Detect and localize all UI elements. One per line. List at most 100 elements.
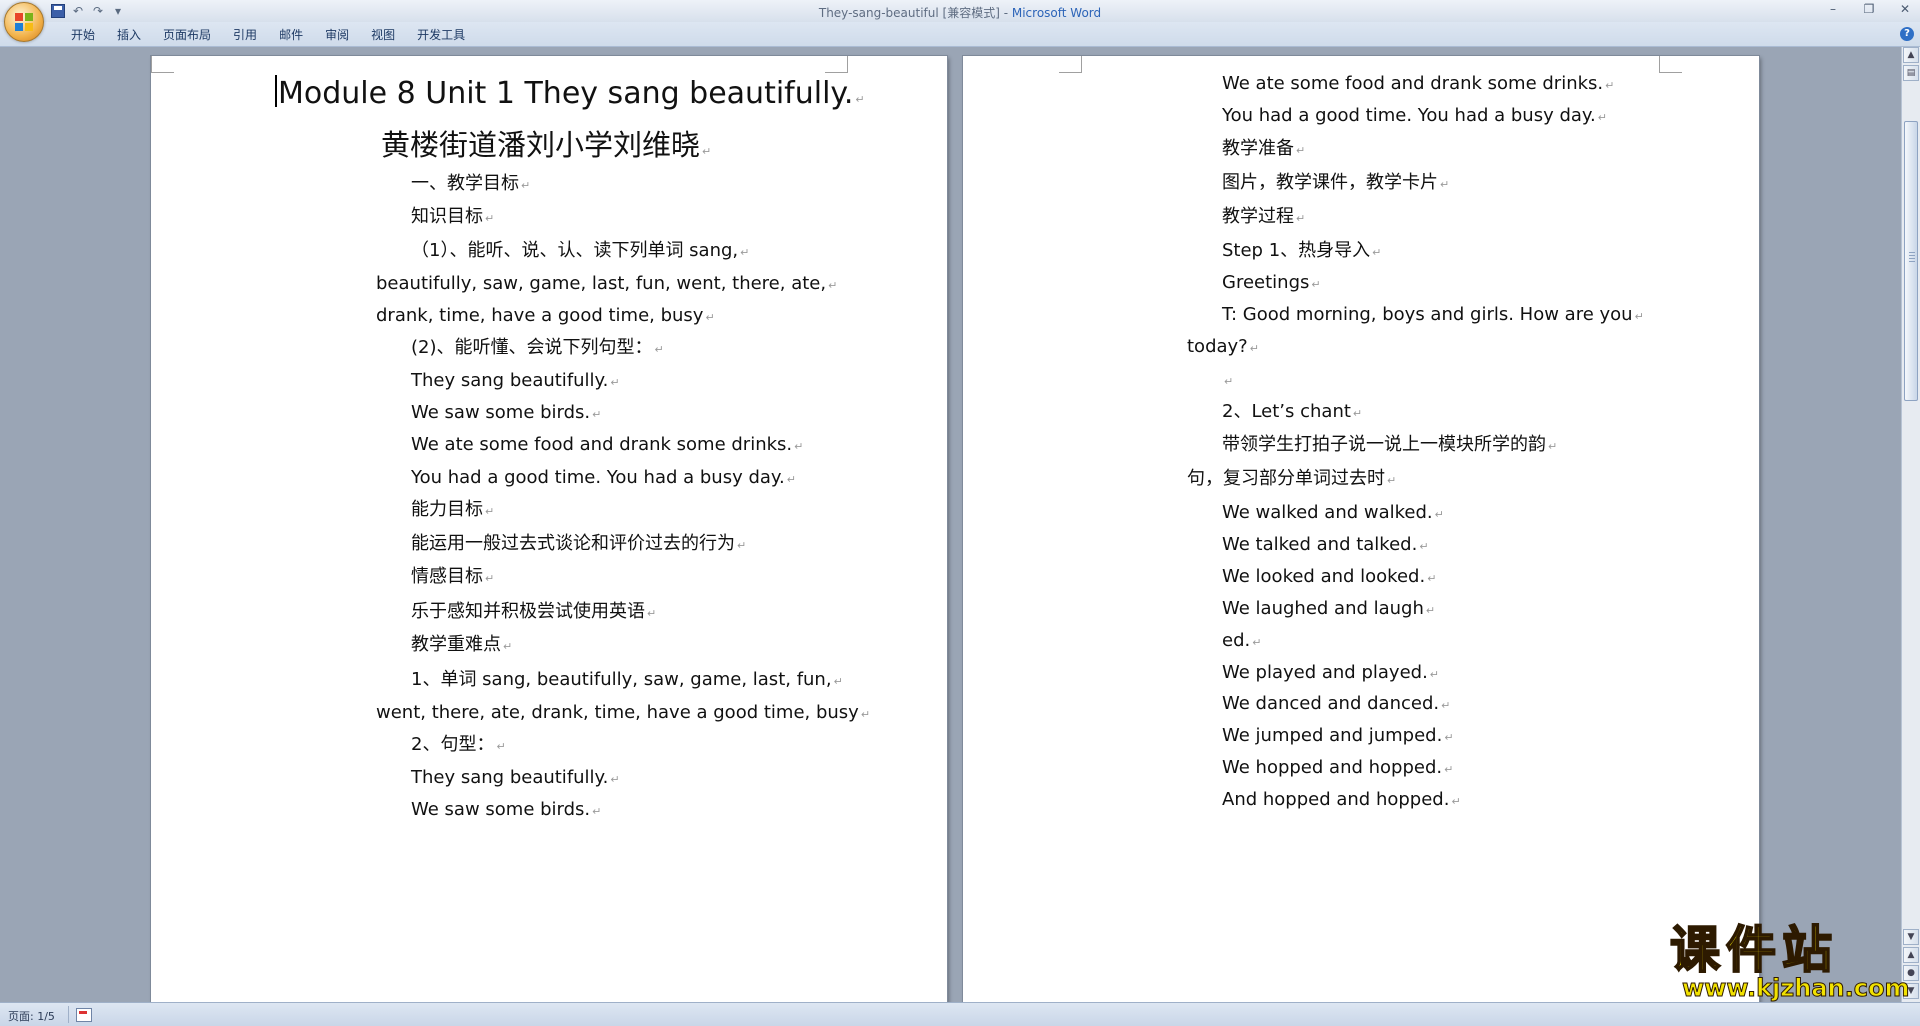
office-button[interactable]: [4, 2, 44, 42]
document-paragraph[interactable]: Module 8 Unit 1 They sang beautifully. ↵: [275, 75, 865, 118]
page-count-status[interactable]: 页面: 1/5: [8, 1008, 55, 1024]
paragraph-mark-icon: ↵: [1429, 668, 1440, 681]
document-paragraph[interactable]: 乐于感知并积极尝试使用英语 ↵: [411, 601, 656, 625]
document-paragraph[interactable]: （1）、能听、说、认、读下列单词 sang, ↵: [411, 240, 749, 264]
document-paragraph[interactable]: We ate some food and drank some drinks. ↵: [411, 434, 803, 458]
document-paragraph[interactable]: went, there, ate, drank, time, have a go…: [376, 702, 870, 726]
document-paragraph[interactable]: 黄楼街道潘刘小学刘维晓 ↵: [381, 127, 711, 170]
document-paragraph[interactable]: drank, time, have a good time, busy ↵: [376, 305, 715, 329]
ribbon-tab[interactable]: 视图: [360, 27, 406, 43]
paragraph-text: 能力目标: [411, 499, 483, 520]
document-paragraph[interactable]: 图片，教学课件，教学卡片 ↵: [1222, 172, 1449, 196]
help-icon[interactable]: ?: [1900, 27, 1914, 41]
document-paragraph[interactable]: We played and played. ↵: [1222, 662, 1439, 686]
document-paragraph[interactable]: 带领学生打拍子说一说上一模块所学的韵 ↵: [1222, 434, 1557, 458]
view-ruler-icon[interactable]: ▤: [1903, 65, 1919, 81]
document-paragraph[interactable]: We walked and walked. ↵: [1222, 502, 1444, 526]
document-paragraph[interactable]: We looked and looked. ↵: [1222, 566, 1436, 590]
paragraph-mark-icon: ↵: [610, 376, 620, 389]
document-paragraph[interactable]: We danced and danced. ↵: [1222, 693, 1450, 717]
margin-corner-mark: [1059, 56, 1082, 73]
scroll-down-icon[interactable]: ▼: [1903, 929, 1919, 945]
paragraph-text: Step 1、热身导入: [1222, 240, 1371, 261]
document-paragraph[interactable]: 能运用一般过去式谈论和评价过去的行为 ↵: [411, 533, 746, 557]
paragraph-text: We walked and walked.: [1222, 502, 1433, 523]
paragraph-mark-icon: ↵: [485, 572, 495, 585]
paragraph-mark-icon: ↵: [786, 473, 796, 486]
paragraph-mark-icon: ↵: [1252, 636, 1262, 649]
ribbon-tab[interactable]: 页面布局: [152, 27, 222, 43]
paragraph-text: beautifully, saw, game, last, fun, went,…: [376, 273, 827, 294]
document-paragraph[interactable]: You had a good time. You had a busy day.…: [411, 467, 796, 491]
document-paragraph[interactable]: ed. ↵: [1222, 630, 1261, 654]
document-paragraph[interactable]: We laughed and laugh ↵: [1222, 598, 1435, 622]
paragraph-text: 能运用一般过去式谈论和评价过去的行为: [411, 533, 735, 554]
document-paragraph[interactable]: We ate some food and drank some drinks. ↵: [1222, 73, 1614, 97]
paragraph-mark-icon: ↵: [654, 343, 664, 356]
document-paragraph[interactable]: Step 1、热身导入 ↵: [1222, 240, 1381, 264]
document-paragraph[interactable]: beautifully, saw, game, last, fun, went,…: [376, 273, 837, 297]
paragraph-mark-icon: ↵: [1427, 572, 1437, 585]
document-paragraph[interactable]: They sang beautifully. ↵: [411, 370, 620, 394]
ribbon-tab[interactable]: 开发工具: [406, 27, 476, 43]
paragraph-mark-icon: ↵: [740, 246, 750, 259]
document-paragraph[interactable]: We talked and talked. ↵: [1222, 534, 1429, 558]
document-paragraph[interactable]: Greetings ↵: [1222, 272, 1321, 296]
close-button[interactable]: ✕: [1896, 2, 1914, 16]
document-paragraph[interactable]: 1、单词 sang, beautifully, saw, game, last,…: [411, 669, 843, 693]
paragraph-mark-icon: ↵: [1296, 212, 1306, 225]
paragraph-text: You had a good time. You had a busy day.: [1222, 105, 1596, 126]
paragraph-text: 黄楼街道潘刘小学刘维晓: [381, 128, 701, 162]
customize-qat-button[interactable]: ▾: [110, 3, 126, 19]
document-paragraph[interactable]: 2、Let’s chant ↵: [1222, 401, 1362, 425]
document-paragraph[interactable]: 知识目标 ↵: [411, 206, 494, 230]
document-paragraph[interactable]: 情感目标 ↵: [411, 566, 494, 590]
ribbon-tabs: 开始 插入 页面布局 引用 邮件 审阅 视图 开发工具: [60, 27, 476, 43]
paragraph-mark-icon: ↵: [1444, 731, 1454, 744]
watermark-logo: 课件站 www.kjzhan.com: [1660, 921, 1910, 1001]
minimize-button[interactable]: –: [1824, 2, 1842, 16]
document-paragraph[interactable]: We saw some birds. ↵: [411, 799, 601, 823]
ribbon-tab[interactable]: 引用: [222, 27, 268, 43]
paragraph-text: Greetings: [1222, 272, 1310, 293]
document-paragraph[interactable]: 教学过程 ↵: [1222, 206, 1305, 230]
vertical-scrollbar[interactable]: ▲ ▤ ▼ ▲ ● ▼: [1901, 47, 1920, 1002]
window-controls: – ❐ ✕: [1824, 2, 1914, 16]
document-paragraph[interactable]: They sang beautifully. ↵: [411, 767, 620, 791]
document-paragraph[interactable]: And hopped and hopped. ↵: [1222, 789, 1461, 813]
document-paragraph[interactable]: (2)、能听懂、会说下列句型： ↵: [411, 337, 664, 361]
paragraph-mark-icon: ↵: [702, 145, 712, 158]
document-paragraph[interactable]: 能力目标 ↵: [411, 499, 494, 523]
document-paragraph[interactable]: You had a good time. You had a busy day.…: [1222, 105, 1607, 129]
document-paragraph[interactable]: We hopped and hopped. ↵: [1222, 757, 1453, 781]
document-paragraph[interactable]: We jumped and jumped. ↵: [1222, 725, 1454, 749]
paragraph-mark-icon: ↵: [503, 640, 513, 653]
ribbon-tab[interactable]: 插入: [106, 27, 152, 43]
scroll-up-icon[interactable]: ▲: [1903, 47, 1919, 63]
document-paragraph[interactable]: 句，复习部分单词过去时 ↵: [1187, 468, 1396, 492]
paragraph-mark-icon: ↵: [610, 773, 620, 786]
document-paragraph[interactable]: 一、教学目标 ↵: [411, 173, 530, 197]
document-paragraph[interactable]: 2、句型： ↵: [411, 734, 506, 758]
ribbon-tab[interactable]: 邮件: [268, 27, 314, 43]
ribbon-tab[interactable]: 开始: [60, 27, 106, 43]
document-page-right[interactable]: We ate some food and drank some drinks. ↵…: [963, 56, 1759, 1002]
document-paragraph[interactable]: 教学准备 ↵: [1222, 138, 1305, 162]
document-paragraph[interactable]: today? ↵: [1187, 336, 1259, 360]
paragraph-text: They sang beautifully.: [411, 370, 609, 391]
document-paragraph[interactable]: 教学重难点 ↵: [411, 634, 512, 658]
ribbon-tab[interactable]: 审阅: [314, 27, 360, 43]
document-paragraph[interactable]: T: Good morning, boys and girls. How are…: [1222, 304, 1644, 328]
paragraph-mark-icon: ↵: [1441, 699, 1451, 712]
redo-button[interactable]: ↷: [90, 3, 106, 19]
document-paragraph[interactable]: We saw some birds. ↵: [411, 402, 601, 426]
document-page-left[interactable]: Module 8 Unit 1 They sang beautifully. ↵ 黄…: [151, 56, 947, 1002]
save-button[interactable]: [50, 3, 66, 19]
document-paragraph[interactable]: ↵: [1222, 369, 1233, 393]
paragraph-text: They sang beautifully.: [411, 767, 609, 788]
restore-button[interactable]: ❐: [1860, 2, 1878, 16]
previous-page-icon[interactable]: ▲: [1903, 947, 1919, 963]
proofing-status-icon[interactable]: [76, 1008, 92, 1022]
undo-button[interactable]: ↶: [70, 3, 86, 19]
scroll-thumb[interactable]: [1904, 121, 1918, 401]
